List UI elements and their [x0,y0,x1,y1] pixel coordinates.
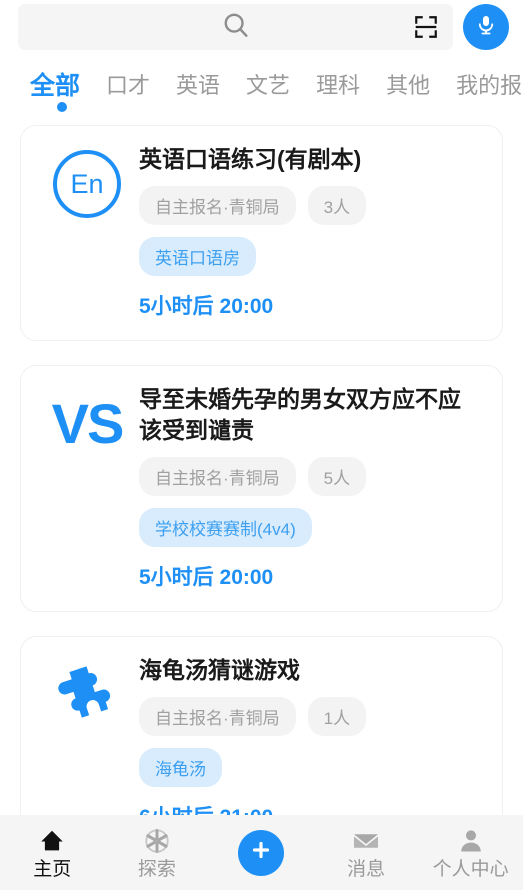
search-field[interactable] [18,4,453,50]
activity-card[interactable]: 海龟汤猜谜游戏 自主报名·青铜局 1人 海龟汤 6小时后 21:00 [20,636,503,815]
tab-label: 文艺 [246,73,291,98]
search-input[interactable] [18,4,453,50]
en-circle-icon-label: En [70,168,104,199]
card-meta-row: 自主报名·青铜局 3人 [139,186,482,226]
participant-count-badge: 3人 [307,186,367,226]
tab-label: 理科 [316,73,361,98]
card-meta-row: 自主报名·青铜局 1人 [139,697,482,737]
tab-arts[interactable]: 文艺 [233,72,303,100]
participant-count-badge: 5人 [307,457,367,497]
card-meta-row: 自主报名·青铜局 5人 [139,457,482,497]
nav-item-messages[interactable]: 消息 [314,815,419,890]
home-icon [38,826,66,856]
card-tag-row: 英语口语房 [139,237,482,277]
tab-eloquence[interactable]: 口才 [93,72,163,100]
activity-card[interactable]: VS 导至未婚先孕的男女双方应不应该受到谴责 自主报名·青铜局 5人 学校校赛赛… [20,365,503,613]
tab-science[interactable]: 理科 [303,72,373,100]
nav-item-home[interactable]: 主页 [0,815,105,890]
active-tab-indicator [56,102,67,112]
activity-card[interactable]: En 英语口语练习(有剧本) 自主报名·青铜局 3人 英语口语房 5小时后 20… [20,125,503,342]
nav-label: 个人中心 [432,859,509,880]
tab-label: 英语 [176,73,221,98]
plus-icon [249,838,273,867]
card-body: 英语口语练习(有剧本) 自主报名·青铜局 3人 英语口语房 5小时后 20:00 [139,144,482,320]
voice-search-button[interactable] [463,4,509,50]
card-tag-row: 学校校赛赛制(4v4) [139,508,482,548]
card-body: 海龟汤猜谜游戏 自主报名·青铜局 1人 海龟汤 6小时后 21:00 [139,655,482,815]
tab-label: 口才 [106,73,151,98]
participant-count-badge: 1人 [307,697,367,737]
tab-label: 全部 [30,72,81,100]
vs-icon: VS [51,390,125,456]
tab-other[interactable]: 其他 [373,72,443,100]
vs-icon-label: VS [51,392,125,456]
search-bar-row [0,0,523,54]
card-icon-slot: En [41,144,133,320]
scan-code-icon[interactable] [413,14,439,40]
bottom-navigation-bar: 主页 探索 消息 个人中心 [0,815,523,890]
nav-item-profile[interactable]: 个人中心 [418,815,523,890]
person-icon [457,826,485,856]
tab-all[interactable]: 全部 [30,72,93,112]
signup-type-badge: 自主报名·青铜局 [139,186,296,226]
room-tag-badge: 英语口语房 [139,237,256,277]
card-title: 海龟汤猜谜游戏 [139,657,300,684]
microphone-icon [474,13,498,42]
nav-label: 消息 [347,859,386,880]
signup-type-badge: 自主报名·青铜局 [139,457,296,497]
room-tag-badge: 学校校赛赛制(4v4) [139,508,312,548]
card-start-time: 5小时后 20:00 [139,295,274,319]
aperture-icon [143,826,171,856]
signup-type-badge: 自主报名·青铜局 [139,697,296,737]
envelope-icon [351,826,381,856]
tab-my-signups[interactable]: 我的报名 [443,72,523,100]
card-title: 导至未婚先孕的男女双方应不应该受到谴责 [139,386,461,443]
puzzle-icon [51,661,123,738]
card-title: 英语口语练习(有剧本) [139,146,362,172]
card-tag-row: 海龟汤 [139,748,482,788]
nav-item-explore[interactable]: 探索 [105,815,210,890]
card-icon-slot [41,655,133,815]
activity-card-list[interactable]: En 英语口语练习(有剧本) 自主报名·青铜局 3人 英语口语房 5小时后 20… [0,120,523,815]
tab-label: 其他 [386,73,431,98]
en-circle-icon: En [53,150,121,218]
create-button[interactable] [238,829,285,876]
nav-item-create[interactable] [209,815,314,890]
room-tag-badge: 海龟汤 [139,748,222,788]
nav-label: 主页 [33,859,72,880]
card-body: 导至未婚先孕的男女双方应不应该受到谴责 自主报名·青铜局 5人 学校校赛赛制(4… [139,384,482,591]
tab-label: 我的报名 [456,73,523,98]
tab-english[interactable]: 英语 [163,72,233,100]
card-start-time: 5小时后 20:00 [139,566,274,590]
nav-label: 探索 [137,859,176,880]
category-tab-bar: 全部 口才 英语 文艺 理科 其他 我的报名 [0,58,523,120]
card-icon-slot: VS [41,384,133,591]
card-start-time: 6小时后 21:00 [139,801,482,815]
